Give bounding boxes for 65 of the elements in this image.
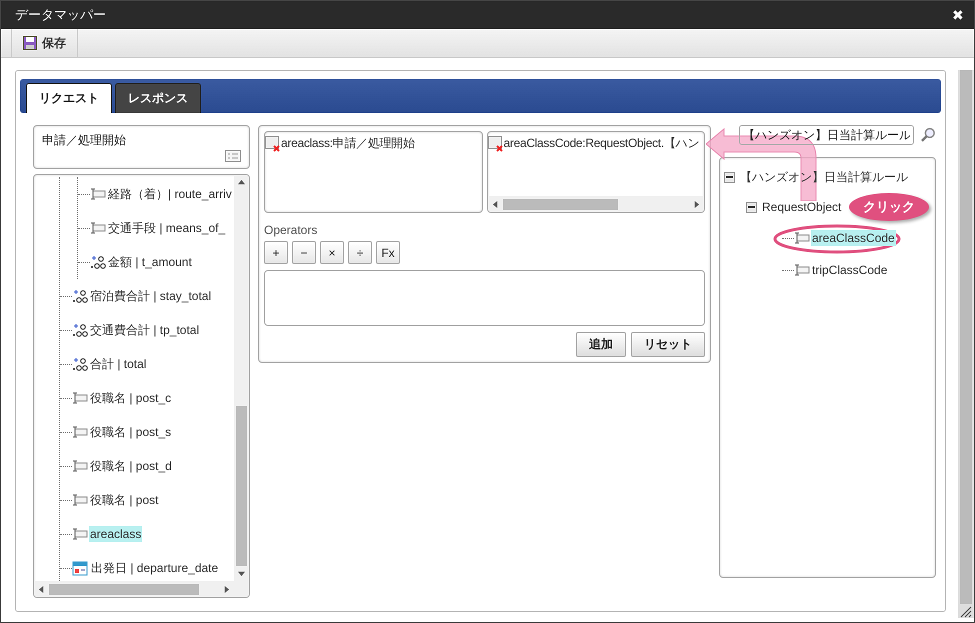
operator-button[interactable]: ÷ [348,241,372,264]
decimal-number-icon [90,255,106,269]
scroll-left-icon[interactable] [492,200,498,208]
tab[interactable]: レスポンス [115,83,201,113]
tree-item[interactable]: 宿泊費合計 | stay_total [89,286,212,306]
operator-button[interactable]: Fx [376,241,400,264]
horizontal-scrollbar[interactable] [34,581,234,597]
mapping-target-item: areaClassCode:RequestObject.【ハン [488,135,704,152]
scroll-right-icon[interactable] [223,586,230,592]
search-field[interactable]: 【ハンズオン】日当計算ルール [739,125,914,145]
window-title: データマッパー [15,6,106,24]
tree-item[interactable]: 出発日 | departure_date [90,558,220,578]
broken-image-icon [488,136,504,152]
collapse-toggle[interactable] [724,172,735,182]
tree-item[interactable]: tripClassCode [811,262,888,278]
tree-item[interactable]: 交通手段 | means_of_ [107,218,226,238]
tree-item[interactable]: areaclass [89,526,142,542]
text-field-icon [90,188,106,200]
search-icon[interactable] [920,127,936,143]
mapping-source-item: areaclass:申請／処理開始 [265,135,482,152]
scroll-right-icon[interactable] [693,200,700,208]
text-field-icon [72,460,88,472]
calendar-icon [72,560,88,576]
expression-field[interactable] [264,270,705,326]
tree-item[interactable]: 役職名 | post_c [89,388,172,408]
horizontal-scrollbar[interactable] [488,196,704,212]
text-field-icon [72,426,88,438]
reset-button[interactable]: リセット [631,332,705,357]
text-field-icon [72,494,88,506]
close-button[interactable]: ✖ [952,7,964,23]
vertical-scrollbar[interactable] [958,70,974,618]
list-icon [225,150,241,162]
source-title: 申請／処理開始 [42,132,127,149]
tree-item[interactable]: 役職名 | post_d [89,456,173,476]
save-button[interactable]: 保存 [11,29,78,57]
operators-label: Operators [264,223,318,237]
text-field-icon [72,392,88,404]
scroll-down-icon[interactable] [238,570,245,577]
operator-button[interactable]: − [292,241,316,264]
text-field-icon [794,264,810,276]
tree-item[interactable]: 役職名 | post_s [89,422,172,442]
tree-item[interactable]: 交通費合計 | tp_total [89,320,200,340]
decimal-number-icon [72,357,88,371]
decimal-number-icon [72,323,88,337]
operator-button[interactable]: × [320,241,344,264]
tree-item[interactable]: 経路（着）| route_arriv [107,184,233,204]
add-button[interactable]: 追加 [576,332,626,357]
tree-item[interactable]: 金額 | t_amount [107,252,193,272]
decimal-number-icon [72,289,88,303]
vertical-scrollbar[interactable] [234,175,249,581]
tree-item[interactable]: areaClassCode [811,230,896,246]
scroll-left-icon[interactable] [38,586,45,592]
tree-item[interactable]: 合計 | total [89,354,148,374]
text-field-icon [90,222,106,234]
tab[interactable]: リクエスト [26,83,112,113]
resize-grip-icon[interactable] [958,604,972,618]
tree-node[interactable]: RequestObject [761,199,842,215]
collapse-toggle[interactable] [746,202,757,212]
scroll-up-icon[interactable] [238,179,245,186]
tree-item[interactable]: 役職名 | post [89,490,160,510]
text-field-icon [72,528,88,540]
broken-image-icon [265,136,281,152]
tree-node[interactable]: 【ハンズオン】日当計算ルール [739,168,909,186]
operator-button[interactable]: + [264,241,288,264]
text-field-icon [794,232,810,244]
